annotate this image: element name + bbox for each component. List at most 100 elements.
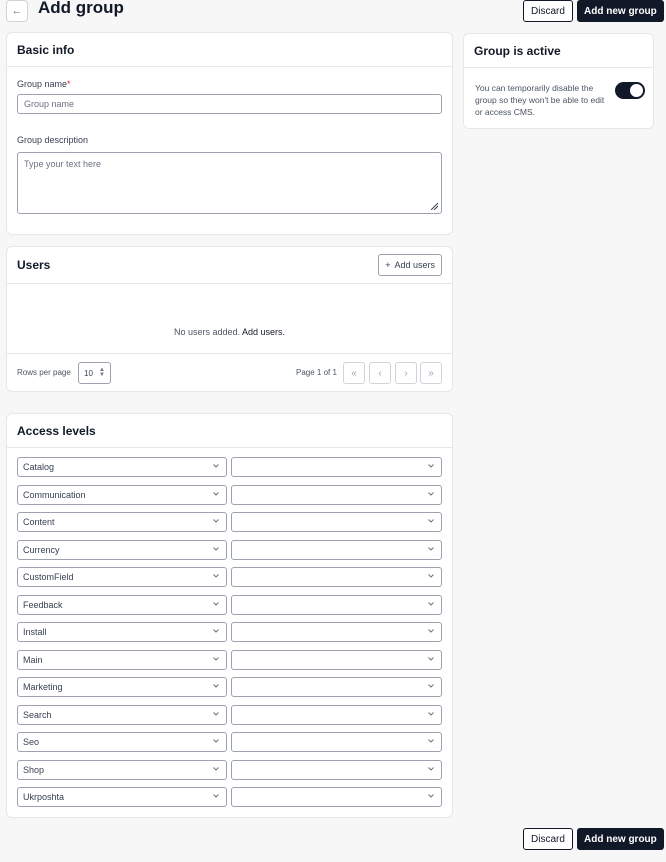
chevron-down-icon — [428, 629, 434, 633]
chevron-down-icon — [213, 519, 219, 523]
chevron-down-icon — [428, 464, 434, 468]
chevron-down-icon — [213, 629, 219, 633]
chevron-down-icon — [213, 491, 219, 496]
access-module-select[interactable]: Ukrposhta — [17, 787, 227, 807]
chevron-down-icon — [213, 766, 219, 771]
first-page-button[interactable]: « — [343, 362, 365, 384]
page-info: Page 1 of 1 — [296, 368, 337, 377]
add-users-label: Add users — [394, 260, 435, 270]
chevron-down-icon — [428, 601, 434, 606]
access-module-label: Content — [23, 517, 55, 527]
access-level-select[interactable] — [231, 594, 442, 615]
access-module-label: Catalog — [23, 462, 55, 472]
group-name-label: Group name* — [17, 79, 71, 89]
access-module-select[interactable]: Content — [17, 512, 227, 532]
access-level-select[interactable] — [231, 539, 442, 560]
add-users-link[interactable]: Add users. — [242, 327, 285, 337]
group-description-label: Group description — [17, 135, 89, 145]
access-module-select[interactable]: Shop — [17, 759, 227, 780]
access-module-select[interactable]: Search — [17, 704, 227, 725]
access-module-label: Marketing — [23, 682, 63, 692]
chevron-down-icon — [428, 766, 434, 771]
access-level-select[interactable] — [231, 622, 442, 642]
rows-per-page-select[interactable]: 10 ▲ ▼ — [78, 362, 111, 384]
plus-icon: + — [385, 260, 391, 270]
required-mark: * — [67, 79, 71, 89]
chevron-down-icon — [428, 739, 434, 743]
access-module-label: CustomField — [23, 572, 74, 582]
access-module-select[interactable]: Main — [17, 649, 227, 670]
chevron-down-icon — [213, 546, 219, 551]
chevron-down-icon — [428, 546, 434, 551]
next-page-button[interactable]: › — [395, 362, 417, 384]
chevron-down-icon — [213, 739, 219, 743]
access-levels-title: Access levels — [7, 414, 452, 448]
basic-info-title: Basic info — [7, 33, 452, 67]
access-level-select[interactable] — [231, 677, 442, 697]
resize-handle-icon[interactable] — [431, 203, 438, 210]
discard-button[interactable]: Discard — [523, 0, 573, 22]
footer-add-new-group-button[interactable]: Add new group — [577, 828, 664, 850]
access-module-label: Search — [23, 709, 52, 720]
users-empty-state: No users added. Add users. — [7, 327, 452, 337]
group-active-card: Group is active You can temporarily disa… — [463, 33, 654, 129]
group-name-input[interactable]: Group name — [17, 94, 442, 114]
access-module-label: Communication — [23, 489, 86, 500]
chevron-down-icon — [213, 656, 219, 661]
access-level-select[interactable] — [231, 512, 442, 532]
chevron-down-icon — [213, 601, 219, 606]
chevron-right-icon: › — [404, 367, 408, 379]
page-title: Add group — [38, 0, 124, 17]
access-levels-card: Access levels Catalog Communication Conten… — [6, 413, 453, 818]
footer-discard-button[interactable]: Discard — [523, 828, 573, 850]
access-level-select[interactable] — [231, 704, 442, 725]
prev-page-button[interactable]: ‹ — [369, 362, 391, 384]
access-level-select[interactable] — [231, 759, 442, 780]
chevrons-right-icon: » — [428, 367, 434, 379]
toggle-knob — [630, 84, 643, 97]
users-pagination: Rows per page 10 ▲ ▼ Page 1 of 1 « ‹ › » — [7, 353, 452, 393]
rows-per-page-label: Rows per page — [17, 368, 71, 377]
chevron-down-icon — [213, 794, 219, 798]
access-module-label: Main — [23, 654, 43, 665]
group-active-description: You can temporarily disable the group so… — [475, 83, 605, 117]
last-page-button[interactable]: » — [420, 362, 442, 384]
add-users-button[interactable]: + Add users — [378, 254, 442, 276]
group-description-textarea[interactable]: Type your text here — [17, 152, 442, 214]
chevron-down-icon — [428, 519, 434, 523]
basic-info-card: Basic info Group name* Group name Group … — [6, 32, 453, 235]
access-module-label: Ukrposhta — [23, 792, 65, 802]
access-level-select[interactable] — [231, 567, 442, 587]
back-button[interactable]: ← — [6, 0, 28, 22]
access-module-select[interactable]: CustomField — [17, 567, 227, 587]
access-module-label: Install — [23, 627, 47, 637]
add-new-group-button[interactable]: Add new group — [577, 0, 664, 22]
group-active-toggle[interactable] — [615, 82, 645, 99]
access-module-select[interactable]: Install — [17, 622, 227, 642]
chevron-down-icon — [213, 464, 219, 468]
group-active-title: Group is active — [464, 34, 653, 68]
access-module-select[interactable]: Marketing — [17, 677, 227, 697]
chevron-down-icon — [428, 574, 434, 578]
group-name-label-text: Group name — [17, 79, 68, 89]
access-module-label: Currency — [23, 544, 60, 555]
chevron-down-icon — [428, 656, 434, 661]
access-level-select[interactable] — [231, 484, 442, 505]
chevron-down-icon — [213, 711, 219, 716]
chevron-down-icon — [428, 794, 434, 798]
chevron-left-icon: ‹ — [378, 367, 382, 379]
access-module-select[interactable]: Communication — [17, 484, 227, 505]
access-module-select[interactable]: Feedback — [17, 594, 227, 615]
access-module-select[interactable]: Catalog — [17, 457, 227, 477]
chevron-down-icon — [428, 684, 434, 688]
chevron-down-icon — [428, 491, 434, 496]
access-module-label: Seo — [23, 737, 40, 747]
access-level-select[interactable] — [231, 649, 442, 670]
access-module-select[interactable]: Seo — [17, 732, 227, 752]
access-level-select[interactable] — [231, 732, 442, 752]
access-level-select[interactable] — [231, 787, 442, 807]
access-level-select[interactable] — [231, 457, 442, 477]
access-module-select[interactable]: Currency — [17, 539, 227, 560]
group-name-placeholder: Group name — [24, 99, 75, 109]
access-module-label: Feedback — [23, 599, 63, 610]
